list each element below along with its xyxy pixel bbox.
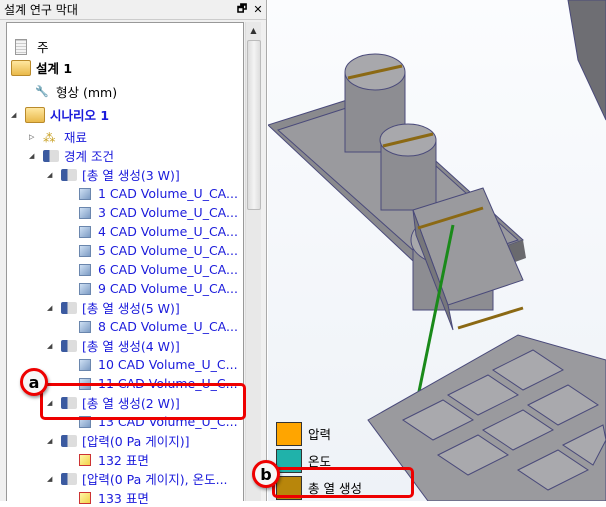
tree-item-label: 9 CAD Volume_U_CA... — [98, 281, 238, 296]
design-tree: 주설계 1 🔧 형상 (mm) ◢ 시나리오 1 ▷ ⁂ 재료 ◢ 경계 조건 ◢ [총 열 생성(3… — [6, 22, 244, 506]
tree-item-label: [총 열 생성(3 W)] — [82, 168, 180, 183]
volume-icon — [79, 225, 91, 238]
collapse-arrow-icon[interactable]: ◢ — [29, 152, 39, 160]
collapse-arrow-icon[interactable]: ◢ — [11, 111, 21, 119]
tree-item-label: [압력(0 Pa 게이지), 온도... — [82, 472, 228, 487]
highlight-box-b — [272, 467, 414, 498]
tree-item-label: 재료 — [64, 130, 88, 145]
scroll-thumb[interactable] — [247, 40, 261, 210]
scroll-up-button[interactable]: ▲ — [246, 22, 261, 39]
tree-item[interactable]: ◢ 경계 조건 — [29, 146, 114, 165]
restore-icon[interactable]: 🗗 — [234, 0, 250, 19]
surface-icon — [79, 491, 91, 504]
tree-item[interactable]: 9 CAD Volume_U_CA... — [79, 279, 238, 298]
load-icon — [61, 472, 77, 485]
volume-icon — [79, 187, 91, 200]
tree-item[interactable]: 10 CAD Volume_U_C... — [79, 355, 238, 374]
tree-item[interactable]: 설계 1 — [11, 58, 72, 77]
tree-item-label: [압력(0 Pa 게이지)] — [82, 434, 190, 449]
tree-item[interactable]: 1 CAD Volume_U_CA... — [79, 184, 238, 203]
callout-b: b — [252, 460, 280, 488]
tree-item-label: 주 — [37, 40, 49, 55]
volume-icon — [79, 206, 91, 219]
design-study-bar: 설계 연구 막대 🗗 ✕ 주설계 1 🔧 형상 (mm) ◢ 시나리오 1 ▷ ⁂ 재료 ◢ 경계… — [0, 0, 267, 506]
boundary-icon — [43, 149, 59, 162]
volume-icon — [79, 358, 91, 371]
tree-item[interactable]: ◢ [압력(0 Pa 게이지)] — [47, 431, 190, 450]
tree-item-label: 3 CAD Volume_U_CA... — [98, 205, 238, 220]
tree-item[interactable]: ◢ [총 열 생성(4 W)] — [47, 336, 180, 355]
volume-icon — [79, 320, 91, 333]
tree-item[interactable]: 6 CAD Volume_U_CA... — [79, 260, 238, 279]
legend-item: 압력 — [276, 420, 362, 447]
tree-item[interactable]: ◢ [압력(0 Pa 게이지), 온도... — [47, 469, 228, 488]
panel-titlebar: 설계 연구 막대 🗗 ✕ — [0, 0, 266, 20]
tree-item-label: 설계 1 — [36, 61, 73, 76]
tree-item[interactable]: 🔧 형상 (mm) — [35, 82, 117, 101]
tree-item[interactable]: ◢ 시나리오 1 — [11, 105, 109, 124]
tree-item[interactable]: ◢ [총 열 생성(5 W)] — [47, 298, 180, 317]
load-icon — [61, 168, 77, 181]
design-folder-icon — [11, 59, 31, 76]
tree-item[interactable]: 주 — [15, 37, 49, 56]
tree-item[interactable]: 133 표면 — [79, 488, 149, 507]
tree-item-label: 132 표면 — [98, 453, 149, 468]
load-icon — [61, 339, 77, 352]
load-icon — [61, 434, 77, 447]
collapse-arrow-icon[interactable]: ◢ — [47, 171, 57, 179]
panel-title: 설계 연구 막대 — [4, 3, 78, 17]
load-icon — [61, 301, 77, 314]
volume-icon — [79, 282, 91, 295]
tree-item-label: 경계 조건 — [64, 149, 114, 164]
legend-label: 압력 — [308, 427, 332, 442]
tree-item-label: 133 표면 — [98, 491, 149, 506]
tree-item[interactable]: ▷ ⁂ 재료 — [29, 127, 87, 146]
tree-item-label: 시나리오 1 — [50, 108, 110, 123]
callout-a: a — [20, 368, 48, 396]
collapse-arrow-icon[interactable]: ◢ — [47, 342, 57, 350]
collapse-arrow-icon[interactable]: ◢ — [47, 475, 57, 483]
notes-icon — [15, 38, 27, 55]
tree-item-label: [총 열 생성(4 W)] — [82, 339, 180, 354]
collapse-arrow-icon[interactable]: ◢ — [47, 304, 57, 312]
tree-item-label: 형상 (mm) — [56, 85, 118, 100]
tree-item-label: 10 CAD Volume_U_C... — [98, 357, 238, 372]
legend-swatch — [276, 421, 302, 446]
tree-item[interactable]: 5 CAD Volume_U_CA... — [79, 241, 238, 260]
tree-item[interactable]: 8 CAD Volume_U_CA... — [79, 317, 238, 336]
tree-item-label: 5 CAD Volume_U_CA... — [98, 243, 238, 258]
close-icon[interactable]: ✕ — [250, 3, 266, 16]
tree-item-label: 4 CAD Volume_U_CA... — [98, 224, 238, 239]
tree-item[interactable]: 132 표면 — [79, 450, 149, 469]
volume-icon — [79, 263, 91, 276]
tree-item[interactable]: ◢ [총 열 생성(3 W)] — [47, 165, 180, 184]
surface-icon — [79, 453, 91, 466]
tree-item-label: 8 CAD Volume_U_CA... — [98, 319, 238, 334]
tree-item-label: [총 열 생성(5 W)] — [82, 301, 180, 316]
materials-icon: ⁂ — [43, 129, 56, 145]
tree-item-label: 1 CAD Volume_U_CA... — [98, 186, 238, 201]
expand-arrow-icon[interactable]: ▷ — [29, 133, 39, 141]
volume-icon — [79, 244, 91, 257]
collapse-arrow-icon[interactable]: ◢ — [47, 437, 57, 445]
tree-item[interactable]: 3 CAD Volume_U_CA... — [79, 203, 238, 222]
tree-scrollbar[interactable]: ▲ — [245, 22, 261, 501]
tree-item[interactable]: 4 CAD Volume_U_CA... — [79, 222, 238, 241]
highlight-box-a — [40, 383, 246, 420]
tree-item-label: 6 CAD Volume_U_CA... — [98, 262, 238, 277]
geometry-icon: 🔧 — [35, 84, 49, 98]
scenario-folder-icon — [25, 106, 45, 123]
